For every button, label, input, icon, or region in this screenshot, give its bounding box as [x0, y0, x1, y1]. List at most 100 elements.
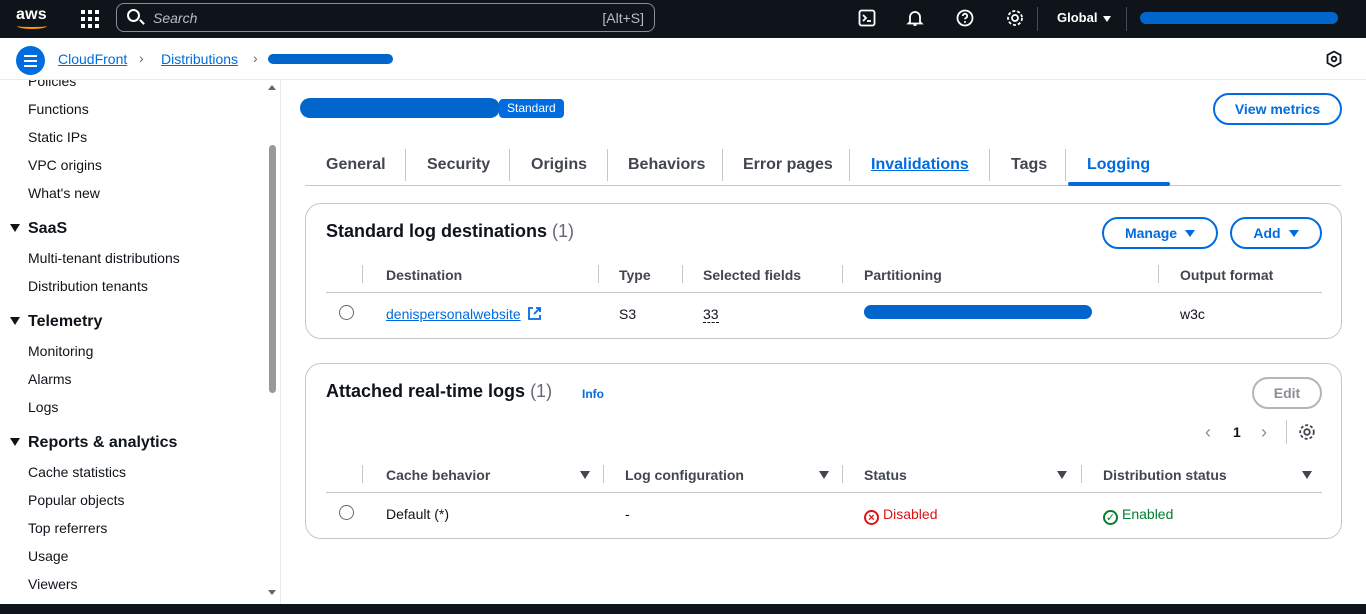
sidebar-item-cache-statistics[interactable]: Cache statistics: [28, 464, 126, 480]
destination-link[interactable]: denispersonalwebsite: [386, 306, 542, 322]
standard-log-destinations-panel: Standard log destinations (1) Manage Add…: [305, 203, 1342, 339]
column-header-cache-behavior[interactable]: Cache behavior: [386, 467, 490, 483]
sidebar-section-saas[interactable]: SaaS: [10, 220, 67, 238]
caret-down-icon: [10, 317, 20, 325]
sidebar-item-policies[interactable]: Policies: [28, 80, 76, 89]
column-header-type: Type: [619, 267, 651, 283]
sort-icon[interactable]: [819, 471, 829, 479]
top-navigation-bar: aws Search [Alt+S] Global: [0, 0, 1366, 38]
tab-security[interactable]: Security: [427, 156, 490, 174]
view-metrics-button[interactable]: View metrics: [1213, 93, 1342, 125]
gear-icon[interactable]: [1006, 9, 1024, 27]
side-navigation: Policies Functions Static IPs VPC origin…: [0, 80, 281, 604]
info-link[interactable]: Info: [582, 387, 604, 401]
next-page-icon[interactable]: ›: [1261, 422, 1267, 443]
preferences-icon[interactable]: [1325, 50, 1343, 68]
help-icon[interactable]: [956, 9, 974, 27]
sidebar-item-static-ips[interactable]: Static IPs: [28, 129, 87, 145]
main-content: Standard View metrics General Security O…: [282, 80, 1366, 604]
menu-toggle-button[interactable]: [16, 46, 45, 75]
cloudshell-icon[interactable]: [858, 9, 876, 27]
breadcrumb: CloudFront › Distributions ›: [0, 38, 1366, 80]
error-icon: ×: [864, 510, 879, 525]
column-header-status[interactable]: Status: [864, 467, 907, 483]
sidebar-section-reports-analytics[interactable]: Reports & analytics: [10, 434, 177, 452]
column-header-selected-fields: Selected fields: [703, 267, 802, 283]
row-select-radio[interactable]: [339, 305, 354, 320]
tab-general[interactable]: General: [326, 156, 386, 174]
tab-invalidations[interactable]: Invalidations: [871, 156, 969, 174]
sidebar-item-vpc-origins[interactable]: VPC origins: [28, 157, 102, 173]
sidebar-scrollbar-thumb[interactable]: [269, 145, 276, 393]
chevron-right-icon: ›: [253, 50, 258, 66]
output-format-value: w3c: [1180, 306, 1205, 322]
search-input[interactable]: Search [Alt+S]: [116, 3, 655, 32]
sidebar-item-alarms[interactable]: Alarms: [28, 371, 72, 387]
tab-tags[interactable]: Tags: [1011, 156, 1047, 174]
sort-icon[interactable]: [1302, 471, 1312, 479]
caret-down-icon: [1185, 230, 1196, 237]
sidebar-item-distribution-tenants[interactable]: Distribution tenants: [28, 278, 148, 294]
bell-icon[interactable]: [906, 9, 924, 27]
distribution-tabs: General Security Origins Behaviors Error…: [305, 148, 1341, 186]
sidebar-item-monitoring[interactable]: Monitoring: [28, 343, 93, 359]
sidebar-item-logs[interactable]: Logs: [28, 399, 58, 415]
scroll-down-arrow-icon[interactable]: [268, 590, 276, 595]
sort-icon[interactable]: [580, 471, 590, 479]
breadcrumb-cloudfront[interactable]: CloudFront: [58, 51, 127, 67]
sidebar-item-multi-tenant-distributions[interactable]: Multi-tenant distributions: [28, 250, 180, 266]
scroll-up-arrow-icon[interactable]: [268, 85, 276, 90]
distribution-id-redacted: [268, 54, 393, 64]
table-preferences-gear-icon[interactable]: [1298, 423, 1316, 444]
edit-button[interactable]: Edit: [1252, 377, 1322, 409]
search-icon: [127, 9, 140, 22]
caret-down-icon: [1288, 230, 1299, 237]
active-tab-indicator: [1068, 182, 1170, 186]
row-select-radio[interactable]: [339, 505, 354, 520]
sidebar-item-popular-objects[interactable]: Popular objects: [28, 492, 125, 508]
manage-button[interactable]: Manage: [1102, 217, 1218, 249]
search-placeholder: Search: [153, 10, 198, 26]
realtime-logs-panel: Attached real-time logs (1) Info Edit ‹ …: [305, 363, 1342, 539]
aws-logo[interactable]: aws: [16, 6, 47, 29]
column-header-partitioning: Partitioning: [864, 267, 942, 283]
column-header-log-configuration[interactable]: Log configuration: [625, 467, 744, 483]
add-button[interactable]: Add: [1230, 217, 1322, 249]
previous-page-icon[interactable]: ‹: [1205, 422, 1211, 443]
account-menu-redacted[interactable]: [1140, 12, 1338, 24]
grid-icon[interactable]: [80, 9, 100, 29]
caret-down-icon: [10, 224, 20, 232]
footer-bar: [0, 604, 1366, 614]
tab-error-pages[interactable]: Error pages: [743, 156, 833, 174]
current-page-number[interactable]: 1: [1233, 424, 1241, 440]
sidebar-section-telemetry[interactable]: Telemetry: [10, 313, 102, 331]
column-header-destination: Destination: [386, 267, 463, 283]
partitioning-value-redacted: [864, 305, 1092, 319]
sidebar-item-viewers[interactable]: Viewers: [28, 576, 78, 592]
realtime-logs-title: Attached real-time logs (1): [326, 381, 553, 401]
tab-origins[interactable]: Origins: [531, 156, 587, 174]
external-link-icon: [527, 307, 541, 320]
status-value: × Disabled: [864, 506, 937, 525]
sort-icon[interactable]: [1057, 471, 1067, 479]
destination-type: S3: [619, 306, 637, 322]
chevron-right-icon: ›: [139, 50, 144, 66]
breadcrumb-distributions[interactable]: Distributions: [161, 51, 238, 67]
selected-fields-count[interactable]: 33: [703, 306, 719, 323]
search-shortcut: [Alt+S]: [602, 10, 644, 26]
log-configuration-value: -: [625, 506, 630, 522]
region-selector[interactable]: Global: [1057, 10, 1112, 25]
divider: [1037, 7, 1038, 31]
tab-behaviors[interactable]: Behaviors: [628, 156, 705, 174]
standard-logs-title: Standard log destinations (1): [326, 221, 575, 241]
column-header-distribution-status[interactable]: Distribution status: [1103, 467, 1227, 483]
caret-down-icon: [10, 438, 20, 446]
sidebar-item-usage[interactable]: Usage: [28, 548, 68, 564]
sidebar-item-whats-new[interactable]: What's new: [28, 185, 100, 201]
sidebar-item-functions[interactable]: Functions: [28, 101, 89, 117]
distribution-status-value: ✓ Enabled: [1103, 506, 1173, 525]
sidebar-item-top-referrers[interactable]: Top referrers: [28, 520, 107, 536]
tab-logging[interactable]: Logging: [1087, 156, 1150, 174]
distribution-type-badge: Standard: [499, 99, 564, 118]
divider: [1126, 7, 1127, 31]
